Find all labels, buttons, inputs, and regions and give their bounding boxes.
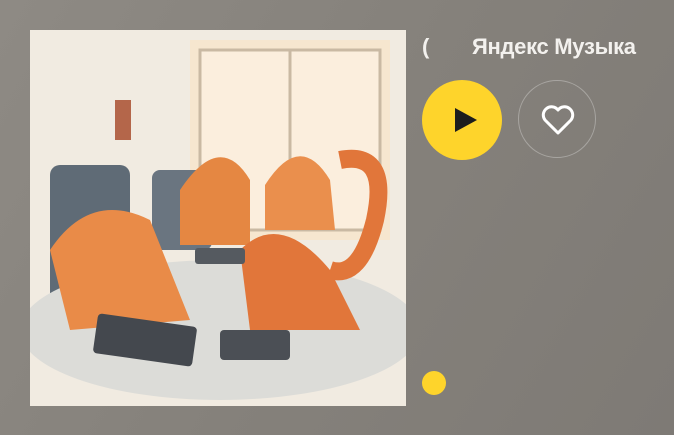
album-cover[interactable] — [30, 30, 406, 406]
play-icon — [455, 108, 477, 132]
brand-title[interactable]: Яндекс Музыка — [472, 34, 636, 60]
heart-icon — [541, 105, 575, 135]
playback-indicator-dot — [422, 371, 446, 395]
like-button[interactable] — [518, 80, 596, 158]
play-button[interactable] — [422, 80, 502, 160]
yandex-music-logo: ( — [422, 34, 430, 59]
cover-illustration — [30, 30, 406, 406]
